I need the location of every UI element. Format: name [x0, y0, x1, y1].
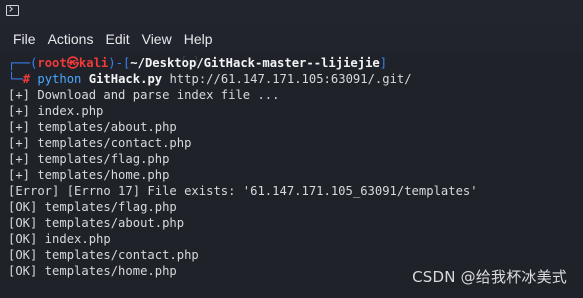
prompt-frame-open: ┌──( — [8, 56, 38, 70]
title-bar — [0, 0, 583, 26]
prompt-path: ~/Desktop/GitHack-master--lijiejie — [130, 56, 380, 70]
terminal-window: File Actions Edit View Help { } ┌──(root… — [0, 0, 583, 298]
csdn-watermark: CSDN @给我杯冰美式 — [412, 268, 567, 286]
terminal-output-area[interactable]: { } ┌──(root㉿kali)-[~/Desktop/GitHack-ma… — [0, 52, 583, 298]
command-name: python — [37, 72, 82, 86]
menu-bar: File Actions Edit View Help — [0, 26, 583, 52]
output-line: [OK] templates/home.php — [8, 264, 177, 278]
output-line: [OK] templates/contact.php — [8, 248, 199, 262]
output-line: [+] templates/about.php — [8, 120, 177, 134]
output-line: [+] Download and parse index file ... — [8, 88, 280, 102]
prompt-user: root — [37, 56, 67, 70]
output-line: [OK] templates/about.php — [8, 216, 185, 230]
prompt-frame-mid: )-[ — [108, 56, 131, 70]
output-line: [+] index.php — [8, 104, 104, 118]
prompt-frame-end: ] — [379, 56, 388, 70]
output-line: [OK] index.php — [8, 232, 111, 246]
terminal-icon[interactable] — [6, 5, 19, 16]
menu-help[interactable]: Help — [178, 26, 219, 52]
command-script: GitHack.py — [88, 72, 163, 86]
prompt-hash: # — [22, 72, 31, 86]
prompt-line-2: └─# python GitHack.py http://61.147.171.… — [8, 71, 412, 87]
command-url: http://61.147.171.105:63091/.git/ — [169, 72, 412, 86]
output-line: [+] templates/home.php — [8, 168, 170, 182]
output-line: [+] templates/contact.php — [8, 136, 192, 150]
prompt-host: kali — [78, 56, 109, 70]
output-line: [OK] templates/flag.php — [8, 200, 177, 214]
menu-actions[interactable]: Actions — [42, 26, 100, 52]
prompt-line-1: ┌──(root㉿kali)-[~/Desktop/GitHack-master… — [8, 55, 387, 71]
prompt-corner: └─ — [8, 72, 23, 86]
menu-view[interactable]: View — [136, 26, 178, 52]
prompt-at: ㉿ — [66, 56, 79, 70]
error-line: [Error] [Errno 17] File exists: '61.147.… — [8, 184, 478, 198]
menu-edit[interactable]: Edit — [99, 26, 135, 52]
menu-file[interactable]: File — [0, 26, 42, 52]
output-line: [+] templates/flag.php — [8, 152, 170, 166]
